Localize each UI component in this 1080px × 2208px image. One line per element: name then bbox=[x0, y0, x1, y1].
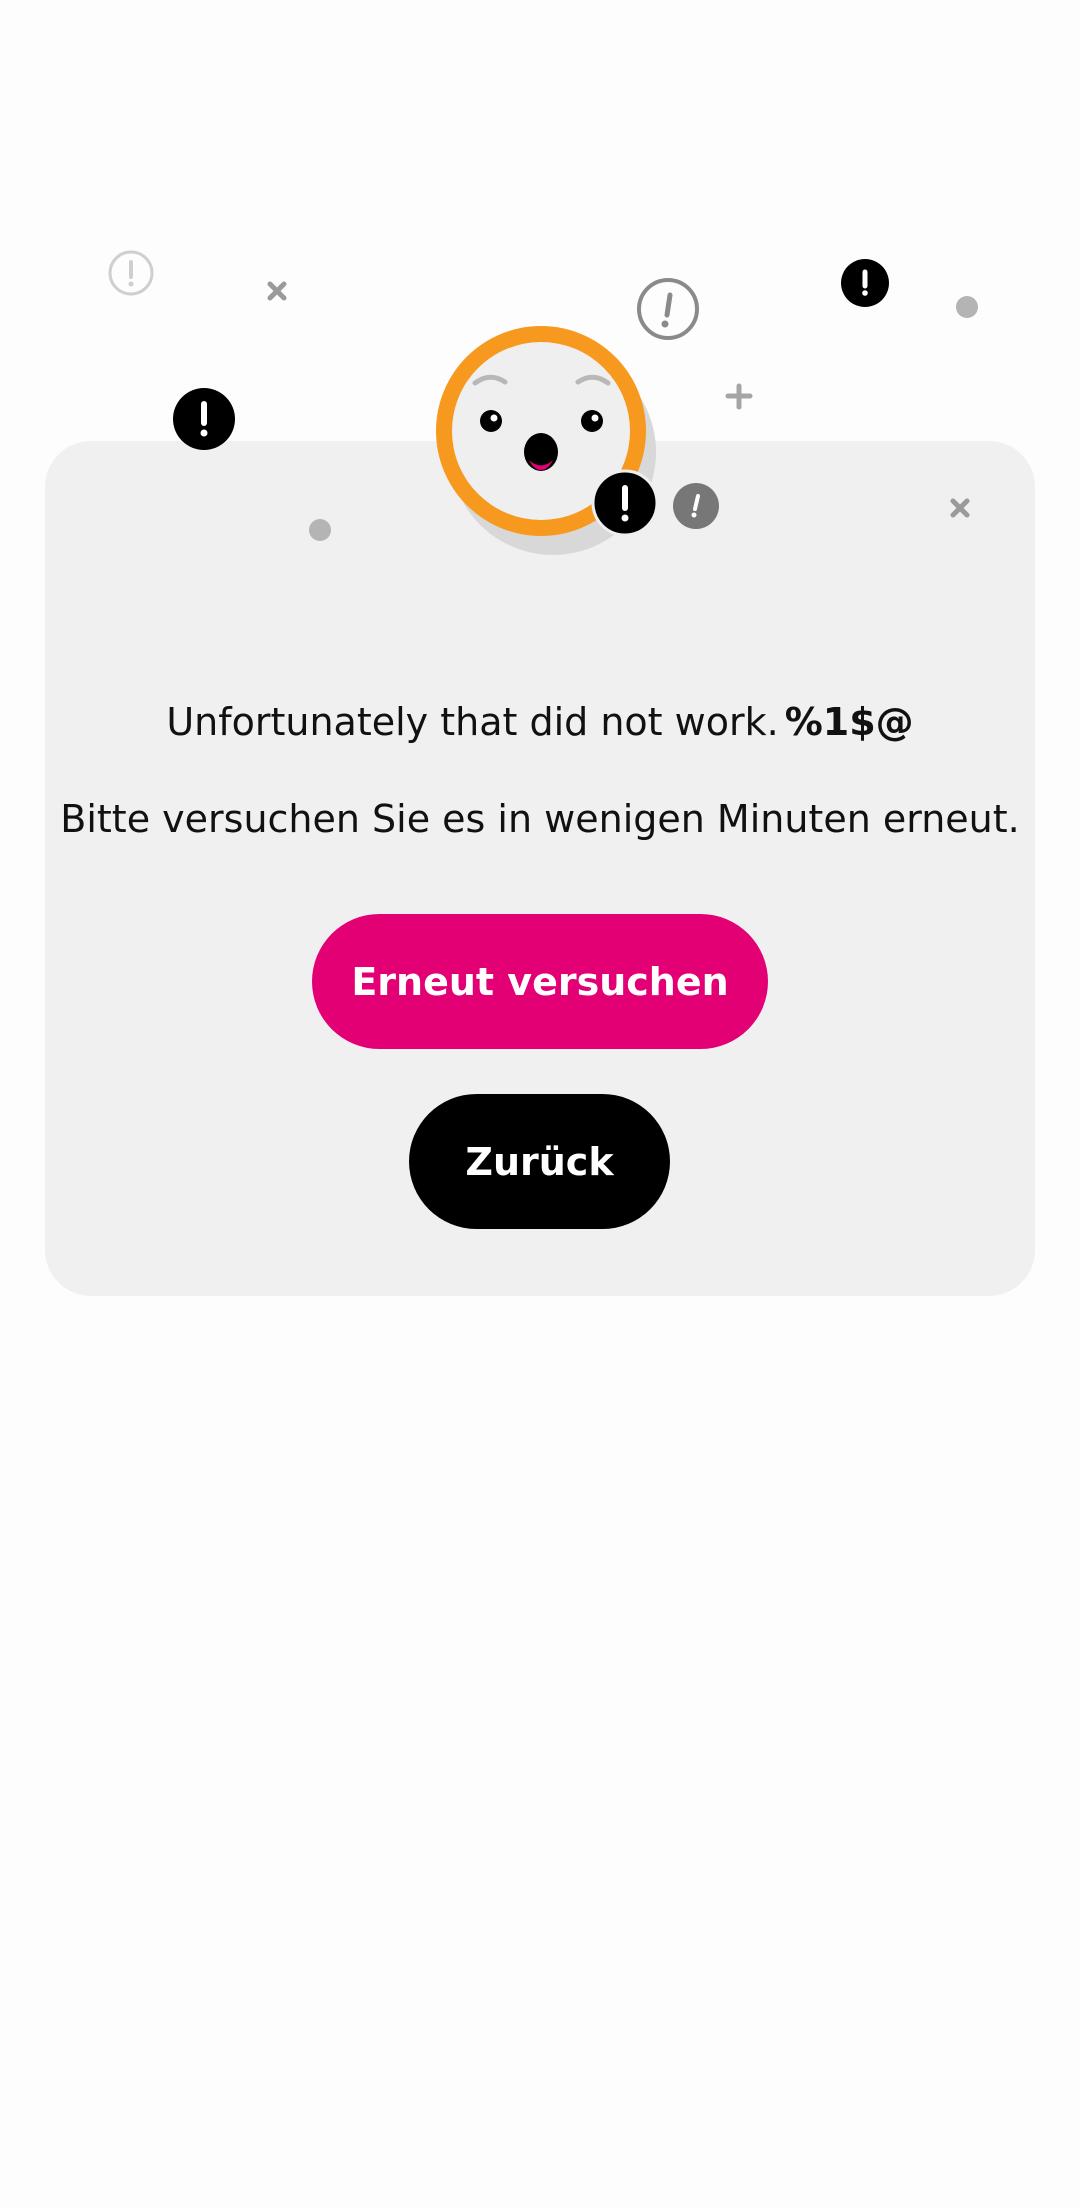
retry-button-label: Erneut versuchen bbox=[351, 959, 729, 1004]
back-button[interactable]: Zurück bbox=[409, 1094, 670, 1229]
exclamation-outline-icon bbox=[108, 250, 154, 296]
error-message: Unfortunately that did not work. %1$@ bbox=[0, 694, 1080, 750]
dot-icon bbox=[309, 519, 331, 541]
close-icon bbox=[267, 281, 287, 301]
close-icon bbox=[950, 498, 970, 518]
back-button-label: Zurück bbox=[465, 1139, 614, 1184]
error-illustration bbox=[108, 250, 978, 555]
exclamation-icon bbox=[591, 469, 659, 537]
error-subtitle: Bitte versuchen Sie es in wenigen Minute… bbox=[60, 797, 1020, 841]
retry-button[interactable]: Erneut versuchen bbox=[312, 914, 768, 1049]
error-title: Unfortunately that did not work. bbox=[166, 700, 779, 744]
exclamation-outline-icon bbox=[637, 278, 699, 340]
error-code: %1$@ bbox=[784, 700, 914, 744]
exclamation-icon bbox=[673, 483, 719, 529]
dot-icon bbox=[956, 296, 978, 318]
exclamation-icon bbox=[173, 388, 235, 450]
plus-icon bbox=[725, 383, 753, 410]
exclamation-icon bbox=[841, 259, 889, 307]
